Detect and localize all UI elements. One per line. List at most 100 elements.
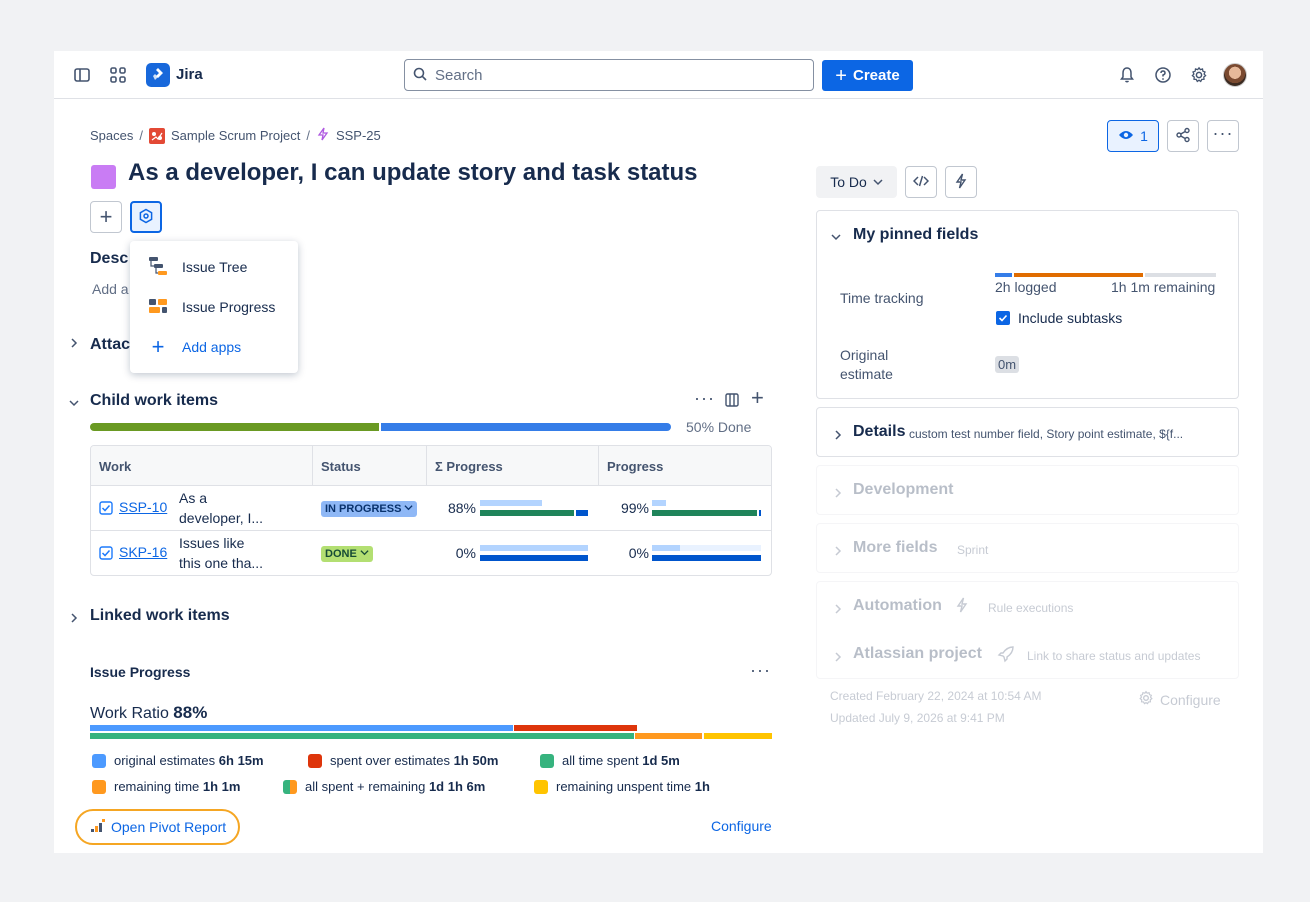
open-pivot-label: Open Pivot Report — [111, 819, 227, 835]
progress-estimate-bar — [652, 500, 666, 506]
all-time-spent-bar — [90, 733, 634, 739]
more-fields-title: More fields — [853, 539, 938, 556]
app-name[interactable]: Jira — [176, 66, 203, 83]
apps-button[interactable] — [130, 201, 162, 233]
open-pivot-report-button[interactable]: Open Pivot Report — [75, 809, 240, 845]
issue-title[interactable]: As a developer, I can update story and t… — [128, 159, 698, 187]
sidebar-toggle-icon[interactable] — [70, 63, 94, 87]
child-issue-summary[interactable]: As a developer, I... — [179, 488, 299, 528]
watch-button[interactable]: 1 — [1107, 120, 1159, 152]
more-actions-button[interactable]: ··· — [1207, 120, 1239, 152]
table-row[interactable]: SKP-16 Issues like this one tha... DONE … — [91, 531, 771, 575]
child-more-dots-icon[interactable]: ··· — [694, 388, 715, 409]
sigma-progress-remaining-bar — [480, 555, 588, 561]
status-dropdown[interactable]: To Do — [816, 166, 897, 198]
columns-icon[interactable] — [725, 393, 739, 410]
description-heading: Desc — [90, 250, 129, 267]
updated-date: Updated July 9, 2026 at 9:41 PM — [830, 711, 1005, 725]
child-done-percent: 50% Done — [686, 419, 752, 435]
settings-gear-icon[interactable] — [1187, 63, 1211, 87]
column-header-progress[interactable]: Progress — [599, 446, 771, 486]
atlassian-project-title: Atlassian project — [853, 645, 982, 662]
development-panel[interactable]: Development — [816, 465, 1239, 515]
summary-line: Issues like — [179, 535, 245, 551]
chevron-right-icon — [833, 427, 843, 443]
table-row[interactable]: SSP-10 As a developer, I... IN PROGRESS … — [91, 486, 771, 531]
menu-item-add-apps[interactable]: + Add apps — [130, 327, 298, 367]
plus-icon: + — [151, 334, 165, 359]
chevron-down-icon[interactable] — [831, 229, 841, 245]
legend-label: original estimates — [114, 753, 216, 768]
add-button[interactable]: + — [90, 201, 122, 233]
chevron-down-icon — [404, 503, 413, 515]
summary-line: As a — [179, 490, 208, 506]
breadcrumb: Spaces / Sample Scrum Project / SSP-25 — [90, 127, 381, 144]
chevron-right-icon[interactable] — [69, 612, 79, 626]
legend-original-estimates: original estimates 6h 15m — [92, 753, 264, 768]
add-child-plus-icon[interactable]: + — [751, 387, 764, 409]
issue-progress-more-dots-icon[interactable]: ··· — [750, 660, 771, 681]
description-placeholder[interactable]: Add a — [92, 281, 129, 297]
eye-icon — [1118, 128, 1134, 144]
watch-count: 1 — [1140, 128, 1148, 144]
configure-fields-button[interactable]: Configure — [1138, 690, 1221, 709]
column-header-sigma-progress[interactable]: Σ Progress — [427, 446, 599, 486]
breadcrumb-project[interactable]: Sample Scrum Project — [171, 128, 300, 143]
chevron-down-icon — [873, 174, 883, 190]
include-subtasks-checkbox[interactable]: Include subtasks — [996, 310, 1122, 326]
notifications-bell-icon[interactable] — [1115, 63, 1139, 87]
time-logged-text: 2h logged — [995, 279, 1057, 295]
lightning-epic-icon — [316, 127, 330, 144]
development-button[interactable] — [905, 166, 937, 198]
breadcrumb-spaces[interactable]: Spaces — [90, 128, 133, 143]
jira-logo-icon[interactable] — [146, 63, 170, 87]
progress-remaining-bar — [652, 555, 761, 561]
child-issue-key[interactable]: SKP-16 — [119, 544, 167, 560]
attachments-heading[interactable]: Attac — [90, 336, 130, 354]
original-estimate-label-line: estimate — [840, 366, 893, 382]
create-label: Create — [852, 67, 900, 84]
progress-estimate-rest-bar — [680, 545, 761, 551]
menu-item-issue-tree[interactable]: Issue Tree — [130, 247, 298, 287]
original-estimate-label-line: Original — [840, 347, 889, 363]
table-header: Work Status Σ Progress Progress — [91, 446, 771, 486]
child-issue-key[interactable]: SSP-10 — [119, 499, 167, 515]
breadcrumb-issue-key[interactable]: SSP-25 — [336, 128, 381, 143]
app-switcher-icon[interactable] — [106, 63, 130, 87]
project-icon — [149, 127, 165, 144]
help-icon[interactable] — [1151, 63, 1175, 87]
legend-swatch — [308, 753, 322, 768]
status-lozenge-done[interactable]: DONE — [321, 546, 373, 562]
automation-button[interactable] — [945, 166, 977, 198]
chevron-down-icon[interactable] — [69, 397, 79, 411]
original-estimate-value[interactable]: 0m — [995, 356, 1020, 373]
linked-work-items-heading[interactable]: Linked work items — [90, 607, 230, 625]
sigma-progress-value: 88% — [447, 500, 476, 516]
user-avatar[interactable] — [1223, 63, 1247, 87]
more-fields-panel[interactable]: More fields Sprint — [816, 523, 1239, 573]
story-type-icon[interactable] — [91, 165, 116, 189]
pivot-chart-icon — [91, 818, 105, 836]
child-work-items-heading[interactable]: Child work items — [90, 392, 218, 410]
child-issue-summary[interactable]: Issues like this one tha... — [179, 533, 299, 573]
status-lozenge-in-progress[interactable]: IN PROGRESS — [321, 501, 418, 517]
details-panel[interactable]: Details custom test number field, Story … — [816, 407, 1239, 457]
column-header-status[interactable]: Status — [313, 446, 427, 486]
work-ratio-label: Work Ratio — [90, 705, 169, 722]
configure-label: Configure — [1160, 691, 1221, 708]
menu-item-label: Issue Tree — [182, 259, 248, 275]
search-input[interactable] — [435, 66, 795, 84]
automation-title: Automation — [853, 597, 942, 614]
breadcrumb-separator: / — [306, 128, 310, 143]
automation-panel[interactable]: Automation Rule executions Atlassian pro… — [816, 581, 1239, 679]
chevron-right-icon[interactable] — [69, 337, 79, 351]
pinned-fields-title[interactable]: My pinned fields — [853, 226, 978, 244]
menu-item-issue-progress[interactable]: Issue Progress — [130, 287, 298, 327]
search-box[interactable] — [404, 59, 814, 91]
share-button[interactable] — [1167, 120, 1199, 152]
column-header-work[interactable]: Work — [91, 446, 313, 486]
progress-value: 99% — [620, 500, 649, 516]
legend-remaining-unspent: remaining unspent time 1h — [534, 779, 710, 794]
issue-progress-configure-link[interactable]: Configure — [711, 818, 772, 834]
create-button[interactable]: + Create — [822, 60, 913, 91]
